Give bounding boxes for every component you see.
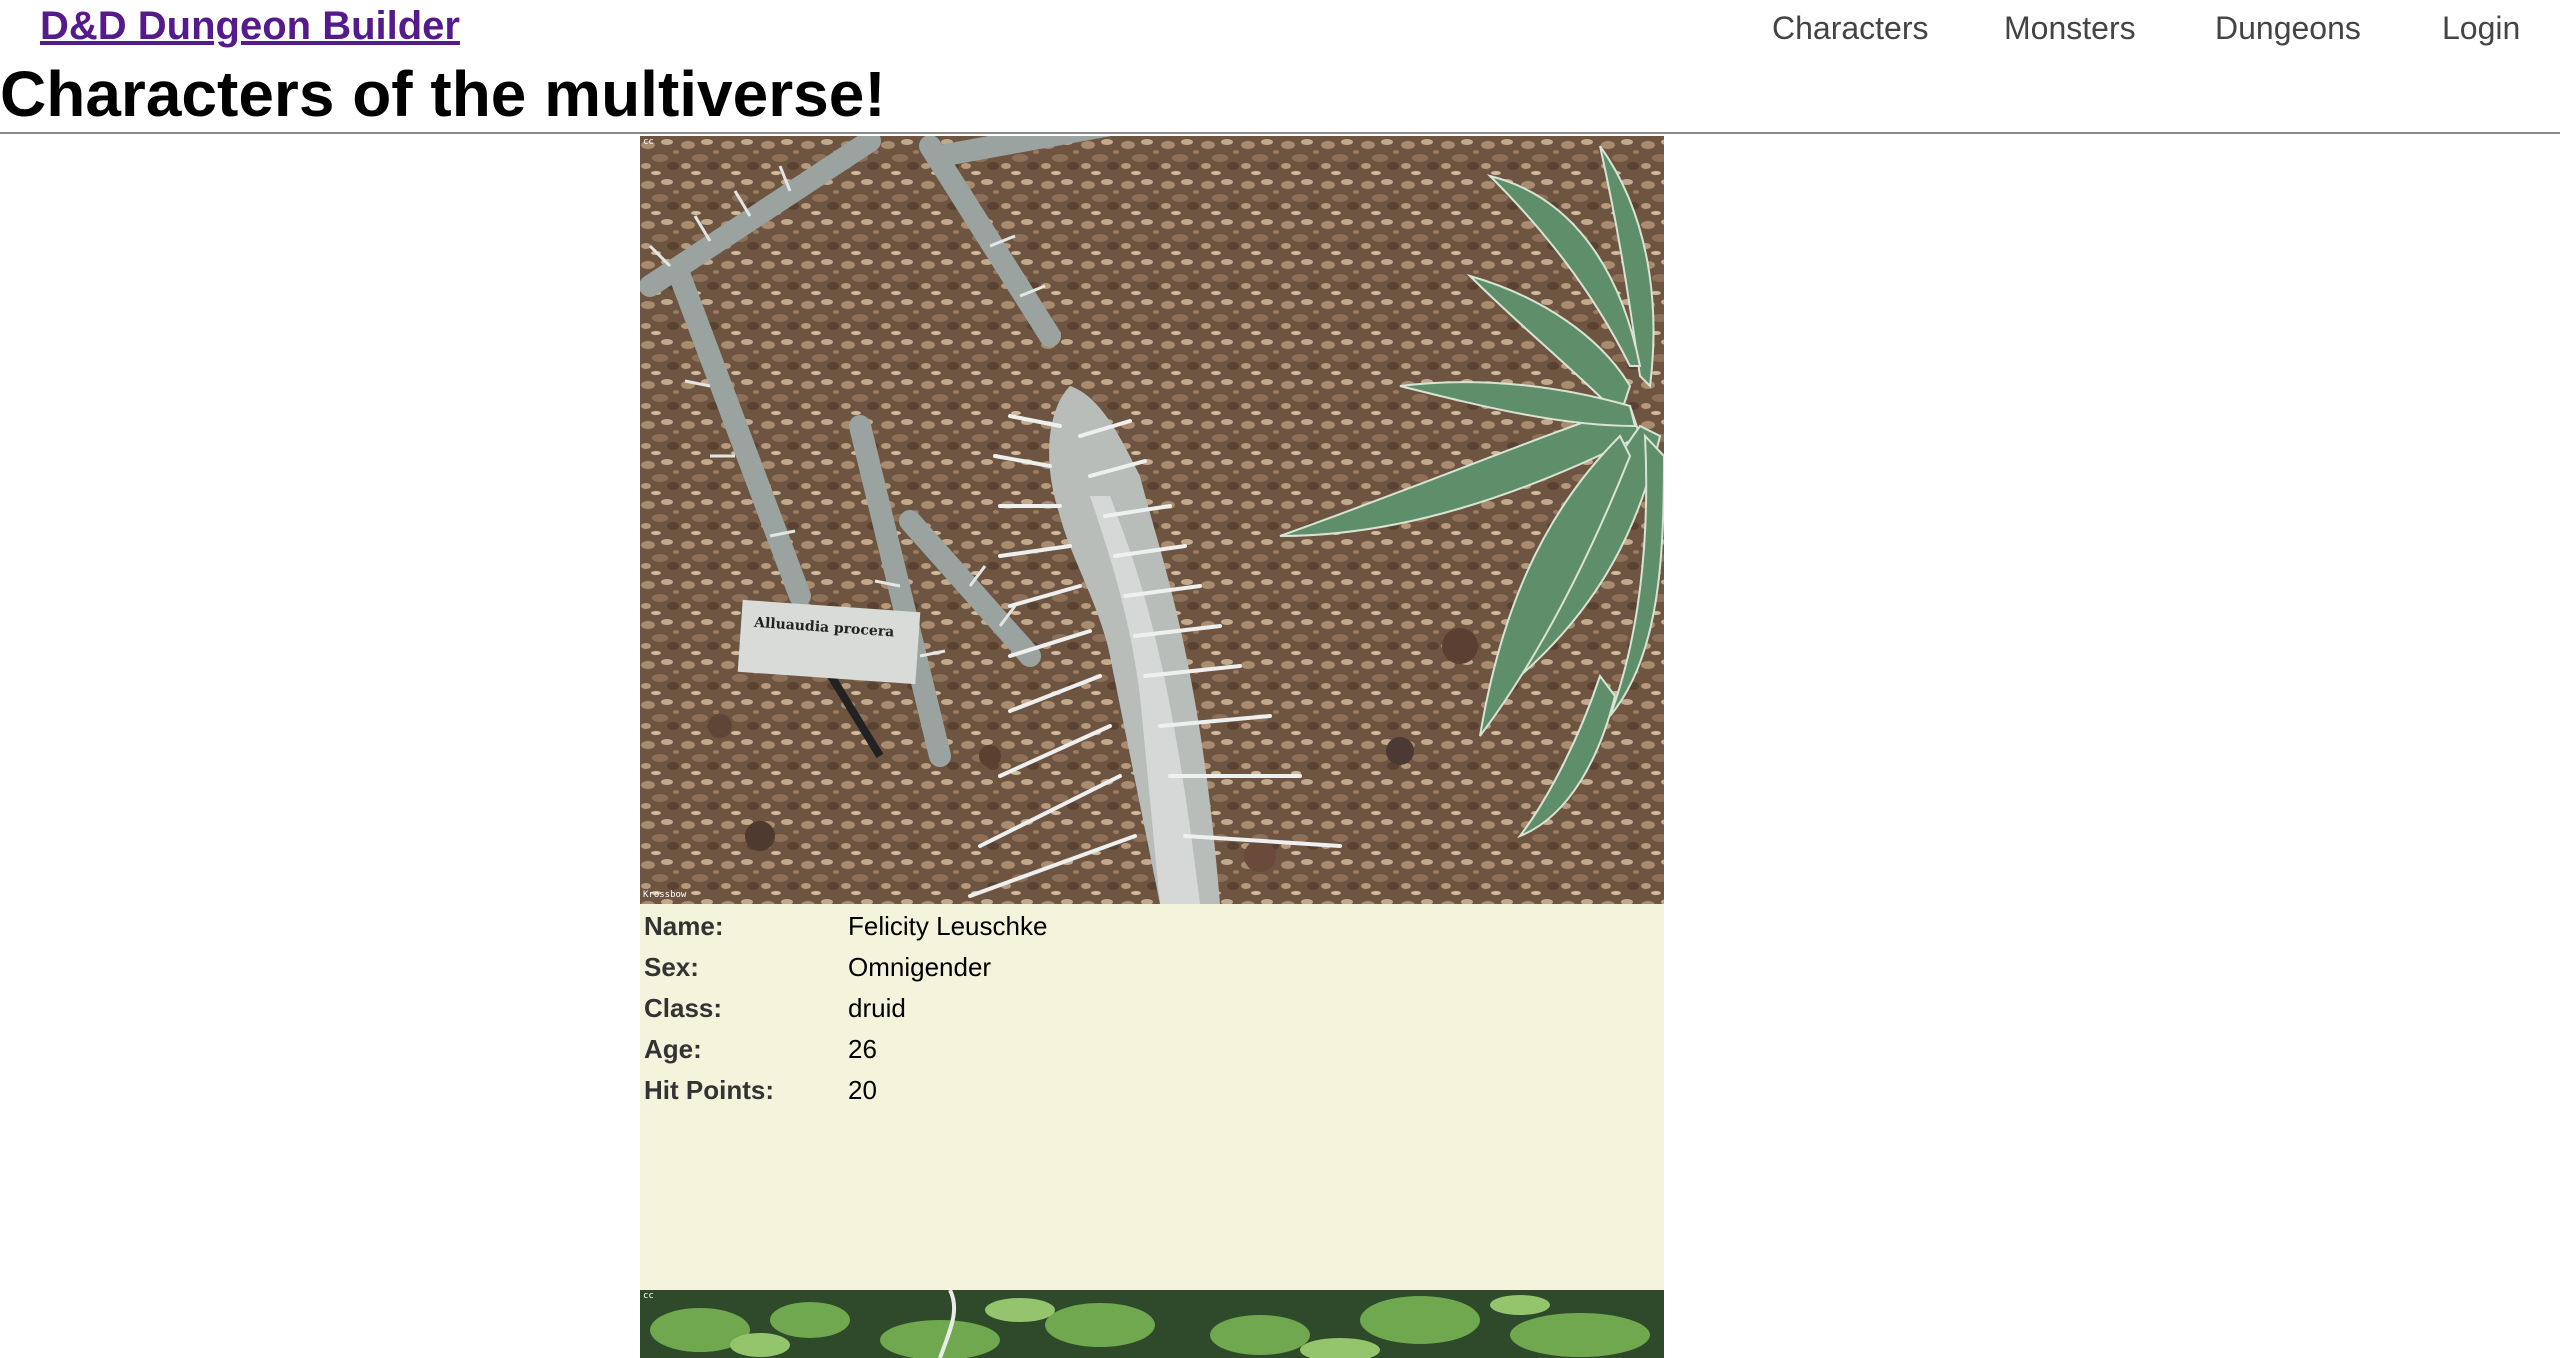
header-divider xyxy=(0,132,2560,134)
top-navigation-bar: D&D Dungeon Builder Characters Monsters … xyxy=(0,0,2560,58)
name-label: Name: xyxy=(644,911,724,941)
hit-points-value: 20 xyxy=(848,1075,877,1105)
brand-home-link[interactable]: D&D Dungeon Builder xyxy=(40,4,460,49)
character-card-next: cc xyxy=(640,1290,1664,1358)
character-portrait-image-next xyxy=(640,1290,1664,1358)
character-field-row: Sex: Omnigender xyxy=(644,947,1047,988)
nav-monsters-link[interactable]: Monsters xyxy=(2004,10,2136,47)
image-credit: Krossbow xyxy=(643,890,687,900)
sex-value: Omnigender xyxy=(848,952,992,982)
sex-label: Sex: xyxy=(644,952,699,982)
image-cc-mark: cc xyxy=(643,137,654,147)
nav-login-link[interactable]: Login xyxy=(2442,10,2520,47)
character-info-table: Name: Felicity Leuschke Sex: Omnigender … xyxy=(644,906,1047,1111)
hit-points-label: Hit Points: xyxy=(644,1075,774,1105)
nav-characters-link[interactable]: Characters xyxy=(1772,10,1929,47)
nav-dungeons-link[interactable]: Dungeons xyxy=(2215,10,2361,47)
age-label: Age: xyxy=(644,1034,702,1064)
page-title: Characters of the multiverse! xyxy=(0,58,886,130)
class-value: druid xyxy=(848,993,906,1023)
character-card: Alluaudia procera cc Krossbow Name: Feli… xyxy=(640,136,1664,1290)
character-field-row: Class: druid xyxy=(644,988,1047,1029)
age-value: 26 xyxy=(848,1034,877,1064)
name-value: Felicity Leuschke xyxy=(848,911,1048,941)
character-portrait-image: Alluaudia procera cc Krossbow xyxy=(640,136,1664,904)
class-label: Class: xyxy=(644,993,723,1023)
character-field-row: Hit Points: 20 xyxy=(644,1070,1047,1111)
character-field-row: Name: Felicity Leuschke xyxy=(644,906,1047,947)
image-cc-mark-next: cc xyxy=(643,1291,654,1301)
character-field-row: Age: 26 xyxy=(644,1029,1047,1070)
